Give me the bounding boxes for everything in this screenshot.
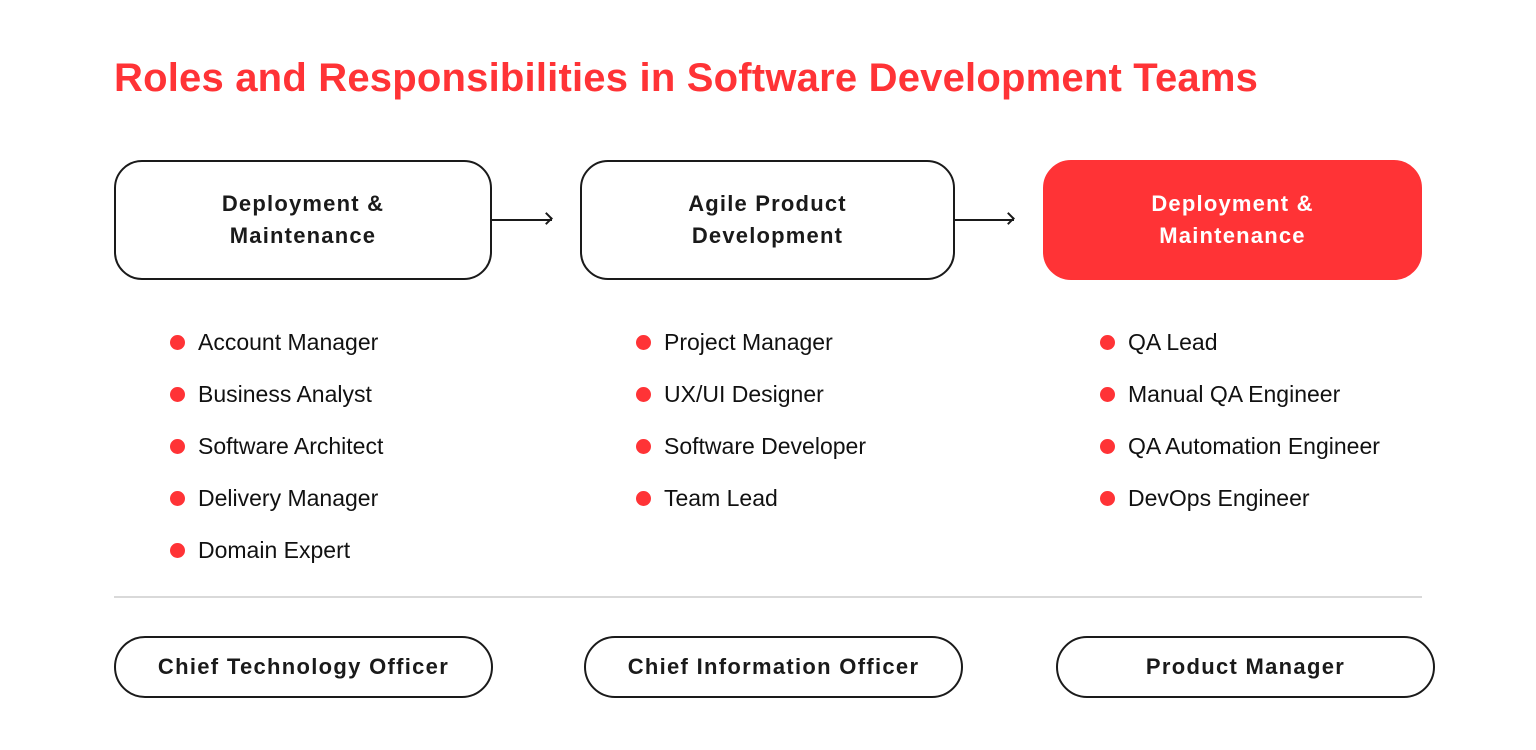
stage-box-1: Deployment & Maintenance: [114, 160, 492, 280]
stage-2-label-line2: Development: [691, 223, 844, 248]
list-item: QA Automation Engineer: [1100, 420, 1380, 472]
bullet-dot-icon: [170, 334, 185, 350]
list-item: Team Lead: [636, 472, 866, 524]
roles-list-stage-1: Account Manager Business Analyst Softwar…: [170, 316, 383, 576]
list-item: Domain Expert: [170, 524, 383, 576]
bullet-dot-icon: [1100, 490, 1115, 506]
arrow-right-icon: [492, 219, 552, 221]
list-item: Business Analyst: [170, 368, 383, 420]
section-divider: [114, 596, 1422, 598]
stage-3-label-line2: Maintenance: [1159, 223, 1306, 248]
bullet-dot-icon: [636, 490, 651, 506]
bullet-dot-icon: [636, 386, 651, 402]
executive-pill-cio: Chief Information Officer: [584, 636, 963, 698]
roles-list-stage-3: QA Lead Manual QA Engineer QA Automation…: [1100, 316, 1380, 524]
bullet-dot-icon: [1100, 386, 1115, 402]
bullet-dot-icon: [636, 334, 651, 350]
bullet-dot-icon: [636, 438, 651, 454]
bullet-dot-icon: [170, 386, 185, 402]
stage-2-label-line1: Agile Product: [688, 191, 847, 216]
executive-pill-product-manager: Product Manager: [1056, 636, 1435, 698]
bullet-dot-icon: [170, 438, 185, 454]
list-item: QA Lead: [1100, 316, 1380, 368]
diagram-title: Roles and Responsibilities in Software D…: [114, 56, 1259, 100]
stage-1-label-line1: Deployment &: [221, 191, 385, 216]
bullet-dot-icon: [170, 490, 185, 506]
stage-box-2: Agile Product Development: [580, 160, 955, 280]
list-item: Project Manager: [636, 316, 866, 368]
bullet-dot-icon: [1100, 438, 1115, 454]
list-item: Account Manager: [170, 316, 383, 368]
roles-list-stage-2: Project Manager UX/UI Designer Software …: [636, 316, 866, 524]
list-item: UX/UI Designer: [636, 368, 866, 420]
arrow-right-icon: [955, 219, 1014, 221]
bullet-dot-icon: [1100, 334, 1115, 350]
list-item: Software Architect: [170, 420, 383, 472]
stage-box-3-active: Deployment & Maintenance: [1043, 160, 1422, 280]
bullet-dot-icon: [170, 542, 185, 558]
stage-1-label-line2: Maintenance: [229, 223, 377, 248]
list-item: Software Developer: [636, 420, 866, 472]
list-item: Delivery Manager: [170, 472, 383, 524]
stage-3-label-line1: Deployment &: [1151, 191, 1314, 216]
list-item: DevOps Engineer: [1100, 472, 1380, 524]
executive-pill-cto: Chief Technology Officer: [114, 636, 493, 698]
list-item: Manual QA Engineer: [1100, 368, 1380, 420]
